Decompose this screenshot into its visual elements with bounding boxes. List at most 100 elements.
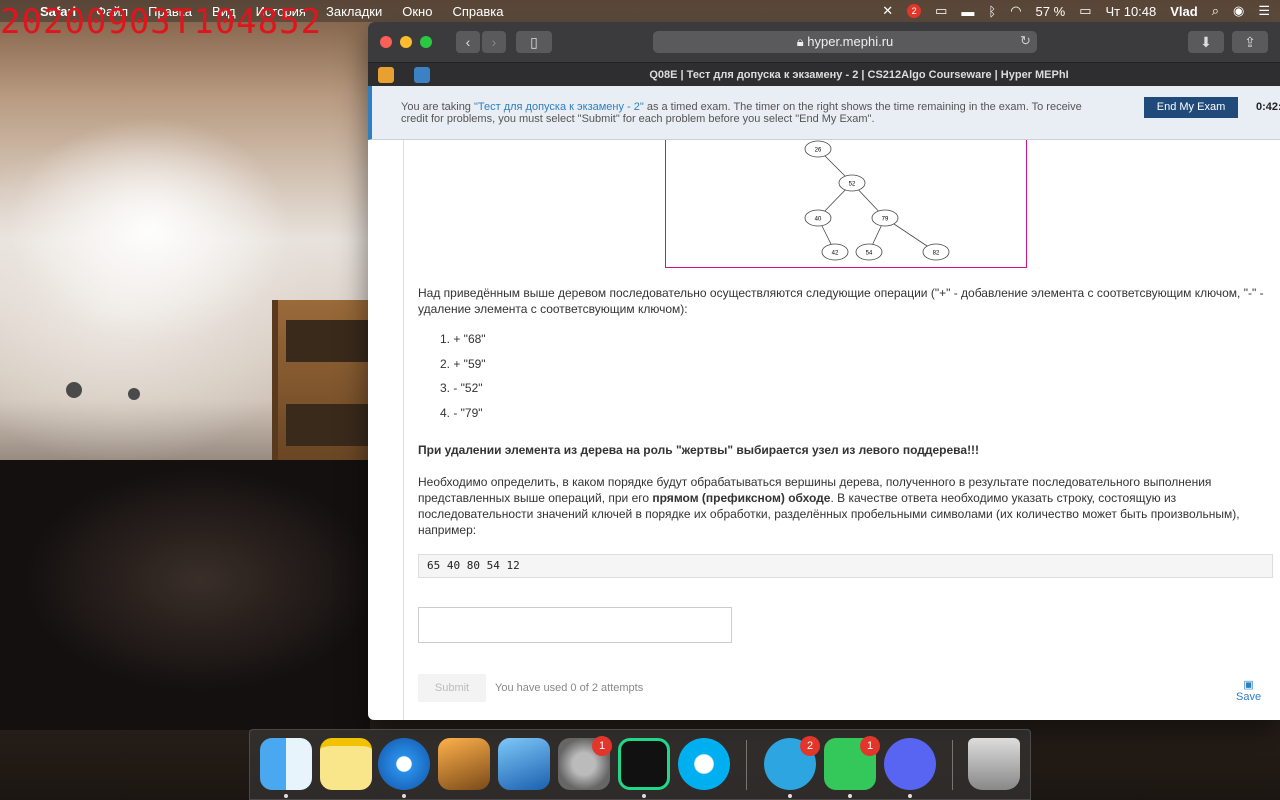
operation-item: 1. + "68" (440, 332, 486, 346)
address-bar[interactable]: 🔒︎ hyper.mephi.ru (653, 31, 1037, 53)
dock-separator (952, 740, 953, 790)
task-text: Необходимо определить, в каком порядке б… (418, 474, 1278, 538)
running-indicator (642, 794, 646, 798)
no-sound-icon[interactable]: ✕ (882, 3, 893, 19)
tree-node-label: 82 (933, 251, 940, 257)
dock-badge: 1 (592, 736, 612, 756)
notes-icon[interactable] (320, 738, 372, 790)
safari-icon[interactable] (378, 738, 430, 790)
battery-text[interactable]: 57 % (1036, 4, 1066, 19)
running-indicator (402, 794, 406, 798)
tree-node: 40 (804, 209, 832, 227)
xcode-icon[interactable] (498, 738, 550, 790)
tree-node: 54 (855, 243, 883, 261)
sidebar-button[interactable]: ▯ (516, 31, 552, 53)
submit-row: Submit You have used 0 of 2 attempts ▣ S… (418, 674, 1278, 704)
problem-intro: Над приведённым выше деревом последовате… (418, 286, 1264, 316)
garageband-icon[interactable] (438, 738, 490, 790)
tree-node: 52 (838, 174, 866, 192)
trash-icon[interactable] (968, 738, 1020, 790)
wifi-icon[interactable]: ◠ (1010, 3, 1021, 19)
running-indicator (908, 794, 912, 798)
finder-icon[interactable] (260, 738, 312, 790)
siri-icon[interactable]: ◉ (1233, 3, 1244, 19)
zoom-window-button[interactable] (420, 36, 432, 48)
attempts-text: You have used 0 of 2 attempts (495, 682, 644, 694)
tab-bar: Q08E | Тест для допуска к экзамену - 2 |… (368, 62, 1280, 86)
forward-button[interactable]: › (482, 31, 506, 53)
submit-button[interactable]: Submit (418, 674, 486, 702)
back-button[interactable]: ‹ (456, 31, 480, 53)
tree-node-label: 42 (832, 251, 839, 257)
clock[interactable]: Чт 10:48 (1105, 4, 1156, 19)
task-text-bold: прямом (префиксном) обходе (652, 491, 831, 505)
tree-node-label: 79 (882, 217, 889, 223)
problem-content: 26 52 40 79 42 54 82 Над приведённым выше дере… (368, 140, 1280, 720)
tree-node: 26 (804, 140, 832, 158)
operation-item: 3. - "52" (440, 381, 483, 395)
menu-window[interactable]: Окно (392, 4, 442, 19)
notification-badge[interactable]: 2 (907, 4, 922, 18)
minimize-window-button[interactable] (400, 36, 412, 48)
tree-node-label: 52 (849, 182, 856, 188)
running-indicator (848, 794, 852, 798)
tree-node: 79 (871, 209, 899, 227)
exam-link[interactable]: "Тест для допуска к экзамену - 2" (474, 101, 644, 113)
save-button[interactable]: ▣ Save (1236, 678, 1261, 703)
operations-list: 1. + "68" 2. + "59" 3. - "52" 4. - "79" (440, 332, 486, 430)
pycharm-icon[interactable] (618, 738, 670, 790)
content-divider (403, 140, 404, 720)
dock-separator (746, 740, 747, 790)
exam-message-text: You are taking (401, 101, 474, 113)
save-icon: ▣ (1243, 679, 1254, 691)
tree-node-label: 54 (866, 251, 873, 257)
webcam-shelf (272, 300, 368, 460)
running-indicator (788, 794, 792, 798)
status-area: ✕ 2 ▭ ▬ ᛒ ◠ 57 % ▭ Чт 10:48 Vlad ⌕ ◉ ☰ (882, 3, 1280, 19)
control-center-icon[interactable]: ☰ (1258, 3, 1270, 19)
example-code: 65 40 80 54 12 (418, 554, 1273, 578)
tree-node: 42 (821, 243, 849, 261)
exam-message: You are taking "Тест для допуска к экзам… (401, 101, 1101, 125)
spotlight-search-icon[interactable]: ⌕ (1212, 3, 1219, 19)
webcam-dark-area (0, 460, 370, 730)
lock-icon: 🔒︎ (796, 34, 808, 49)
downloads-button[interactable]: ⬇ (1188, 31, 1224, 53)
end-exam-button[interactable]: End My Exam (1144, 97, 1238, 118)
close-window-button[interactable] (380, 36, 392, 48)
user-name[interactable]: Vlad (1170, 4, 1197, 19)
bluetooth-icon[interactable]: ᛒ (988, 4, 996, 19)
browser-toolbar: ‹ › ▯ ≡ 🔒︎ hyper.mephi.ru ↻ ⬇ ⇪ (368, 22, 1280, 62)
tree-diagram: 26 52 40 79 42 54 82 (665, 140, 1027, 268)
display-icon[interactable]: ▭ (935, 3, 947, 19)
save-label: Save (1236, 691, 1262, 703)
address-text: hyper.mephi.ru (807, 34, 894, 49)
tree-node-label: 40 (815, 217, 822, 223)
dock: 1 2 1 (249, 729, 1031, 800)
battery-icon[interactable]: ▭ (1079, 3, 1091, 19)
tree-node: 82 (922, 243, 950, 261)
tab-title[interactable]: Q08E | Тест для допуска к экзамену - 2 |… (438, 63, 1280, 87)
tree-node-label: 26 (815, 148, 822, 154)
reload-icon[interactable]: ↻ (1020, 33, 1031, 49)
favorite-site-icon[interactable] (414, 67, 430, 83)
safari-window: ‹ › ▯ ≡ 🔒︎ hyper.mephi.ru ↻ ⬇ ⇪ Q08E | Т… (368, 22, 1280, 720)
menu-bookmarks[interactable]: Закладки (316, 4, 392, 19)
answer-input[interactable] (418, 607, 732, 643)
menu-help[interactable]: Справка (442, 4, 513, 19)
discord-icon[interactable] (884, 738, 936, 790)
timestamp-overlay: 20200903T104852 (0, 2, 323, 42)
dock-badge: 1 (860, 736, 880, 756)
skype-icon[interactable] (678, 738, 730, 790)
timed-exam-banner: You are taking "Тест для допуска к экзам… (368, 86, 1280, 140)
running-indicator (284, 794, 288, 798)
operation-item: 4. - "79" (440, 405, 483, 420)
exam-timer: 0:42: (1256, 101, 1280, 113)
webcam-dot (128, 388, 140, 400)
warning-text: При удалении элемента из дерева на роль … (418, 443, 980, 457)
operation-item: 2. + "59" (440, 356, 486, 371)
flag-icon[interactable]: ▬ (961, 4, 974, 19)
favorite-site-icon[interactable] (378, 67, 394, 83)
dock-badge: 2 (800, 736, 820, 756)
share-button[interactable]: ⇪ (1232, 31, 1268, 53)
